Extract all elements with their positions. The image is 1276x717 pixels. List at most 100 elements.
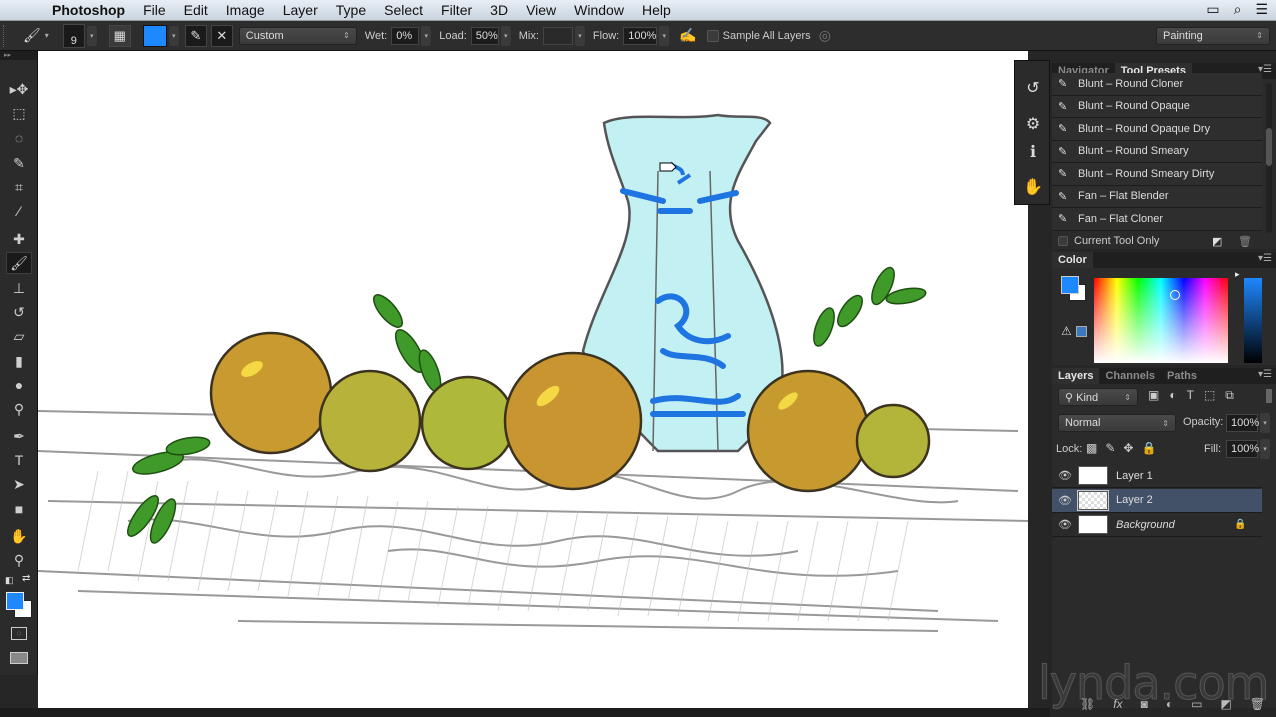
eyedropper-tool[interactable]: ⁄ (6, 200, 32, 222)
tool-preset-picker-icon[interactable]: 🖌 (23, 27, 41, 44)
adjustment-layer-icon[interactable]: ◐ (1166, 697, 1173, 711)
quick-selection-tool[interactable]: ✎ (6, 152, 32, 174)
lasso-tool[interactable]: ◌ (6, 127, 32, 149)
mix-field[interactable] (542, 26, 573, 45)
load-field[interactable]: 50% (470, 26, 499, 45)
tool-presets-scrollbar[interactable] (1266, 83, 1272, 233)
layer-visibility-eye-icon[interactable]: 👁 (1052, 469, 1078, 482)
blend-preset-select[interactable]: Custom ⇕ (238, 26, 357, 45)
path-selection-tool[interactable]: ➤ (6, 473, 32, 495)
lock-image-pixels-icon[interactable]: ✎ (1105, 441, 1115, 455)
filter-smart-objects-icon[interactable]: ⧉ (1225, 388, 1234, 403)
layer-row[interactable]: 👁 Layer 2 (1052, 488, 1262, 513)
tool-preset-item[interactable]: ✎ Fan – Flat Cloner (1052, 208, 1262, 231)
new-preset-icon[interactable]: ◩ (1212, 235, 1222, 248)
layer-visibility-eye-icon[interactable]: 👁 (1052, 518, 1078, 531)
color-panel-foreground-swatch[interactable] (1061, 276, 1079, 294)
menu-image[interactable]: Image (226, 2, 265, 18)
layer-thumbnail[interactable] (1078, 515, 1108, 534)
menu-filter[interactable]: Filter (441, 2, 472, 18)
layer-filter-select[interactable]: ⚲ Kind ⇕ (1058, 388, 1138, 406)
tool-preset-item[interactable]: ✎ Fan – Flat Blender (1052, 185, 1262, 208)
screen-icon[interactable]: ▭ (1206, 1, 1219, 18)
add-mask-icon[interactable]: ◙ (1141, 697, 1148, 711)
eraser-tool[interactable]: ▱ (6, 325, 32, 347)
brightness-slider-handle[interactable]: ▸ (1235, 269, 1240, 280)
blur-tool[interactable]: ● (6, 374, 32, 396)
blend-mode-select[interactable]: Normal ⇕ (1058, 414, 1176, 432)
fill-arrow[interactable]: ▾ (1260, 439, 1270, 459)
tools-collapse-icon[interactable]: ▸▸ (0, 51, 37, 60)
clone-stamp-tool[interactable]: ⊥ (6, 277, 32, 299)
brightness-slider[interactable] (1244, 278, 1262, 363)
menu-3d[interactable]: 3D (490, 2, 508, 18)
layer-row[interactable]: 👁 Layer 1 (1052, 464, 1262, 488)
load-brush-after-stroke-icon[interactable]: ✎ (184, 24, 207, 47)
layers-panel-menu-icon[interactable]: ▾☰ (1258, 369, 1272, 380)
layer-filter-toggle[interactable] (1266, 389, 1272, 403)
flow-field[interactable]: 100% (623, 26, 658, 45)
screen-mode-icon[interactable] (10, 652, 28, 664)
gradient-tool[interactable]: ▮ (6, 350, 32, 372)
airbrush-icon[interactable]: ✍ (679, 27, 696, 44)
marquee-tool[interactable]: ⬚ (6, 102, 32, 124)
default-colors-icon[interactable]: ◧ (5, 575, 14, 586)
lock-position-icon[interactable]: ✥ (1123, 441, 1133, 455)
filter-adjustment-layers-icon[interactable]: ◐ (1169, 388, 1176, 403)
clean-brush-after-stroke-icon[interactable]: ✕ (210, 24, 233, 47)
brush-presets-panel-icon[interactable]: ✋ (1019, 174, 1047, 200)
quick-mask-icon[interactable]: ◌ (11, 627, 27, 640)
fill-field[interactable]: 100% (1226, 440, 1259, 458)
pressure-icon[interactable]: ◎ (819, 27, 831, 44)
current-tool-only-checkbox[interactable] (1058, 236, 1068, 246)
filter-pixel-layers-icon[interactable]: ▣ (1148, 388, 1159, 403)
pen-tool[interactable]: ✒ (6, 425, 32, 447)
crop-tool[interactable]: ⌗ (6, 176, 32, 198)
flow-arrow[interactable]: ▾ (659, 25, 670, 46)
list-icon[interactable]: ☰ (1255, 1, 1268, 18)
delete-preset-icon[interactable]: 🗑 (1238, 235, 1252, 248)
filter-shape-layers-icon[interactable]: ⬚ (1204, 388, 1215, 403)
tool-preset-item[interactable]: ✎ Blunt – Round Opaque (1052, 95, 1262, 118)
foreground-color-swatch[interactable] (6, 592, 24, 610)
menu-window[interactable]: Window (574, 2, 624, 18)
opacity-arrow[interactable]: ▾ (1260, 413, 1270, 433)
layer-name[interactable]: Background (1116, 519, 1175, 531)
workspace-select[interactable]: Painting ⇕ (1156, 26, 1270, 45)
tool-preset-item[interactable]: ✎ Blunt – Round Smeary Dirty (1052, 163, 1262, 186)
move-tool[interactable]: ▸✥ (6, 78, 32, 100)
layer-name[interactable]: Layer 2 (1116, 494, 1153, 506)
out-of-gamut-warning-icon[interactable]: ⚠ (1061, 324, 1072, 338)
tool-preset-item[interactable]: ✎ Blunt – Round Opaque Dry (1052, 118, 1262, 141)
brush-load-arrow[interactable]: ▾ (168, 25, 179, 46)
load-arrow[interactable]: ▾ (500, 25, 511, 46)
history-panel-icon[interactable]: ↺ (1019, 75, 1047, 101)
sample-all-layers-checkbox[interactable] (706, 29, 719, 42)
color-spectrum-field[interactable] (1094, 278, 1228, 363)
menu-layer[interactable]: Layer (283, 2, 318, 18)
layer-thumbnail[interactable] (1077, 489, 1109, 511)
brush-panel-icon[interactable]: ▦ (108, 24, 131, 47)
layer-thumbnail[interactable] (1078, 466, 1108, 485)
layer-style-fx-icon[interactable]: fx (1113, 697, 1122, 711)
mix-arrow[interactable]: ▾ (574, 25, 585, 46)
delete-layer-icon[interactable]: 🗑 (1250, 697, 1265, 711)
web-safe-color-swatch[interactable] (1076, 326, 1087, 337)
tab-layers[interactable]: Layers (1052, 368, 1100, 384)
info-panel-icon[interactable]: ℹ (1019, 139, 1047, 165)
menu-file[interactable]: File (143, 2, 166, 18)
dodge-tool[interactable]: ⚲ (6, 398, 32, 420)
spotlight-icon[interactable]: ⌕ (1234, 1, 1242, 18)
wet-arrow[interactable]: ▾ (421, 25, 432, 46)
healing-brush-tool[interactable]: ✚ (6, 228, 32, 250)
tab-color[interactable]: Color (1052, 252, 1093, 268)
color-picker-cursor[interactable] (1170, 290, 1180, 300)
color-panel-menu-icon[interactable]: ▾☰ (1258, 253, 1272, 264)
brush-size-picker[interactable]: 9 (62, 23, 85, 48)
hand-tool[interactable]: ✋ (6, 525, 32, 547)
mixer-brush-tool[interactable]: 🖌 (6, 252, 32, 274)
new-group-icon[interactable]: ▭ (1191, 697, 1202, 711)
menu-view[interactable]: View (526, 2, 556, 18)
tab-channels[interactable]: Channels (1099, 368, 1161, 384)
lock-transparent-pixels-icon[interactable]: ▩ (1086, 441, 1097, 455)
